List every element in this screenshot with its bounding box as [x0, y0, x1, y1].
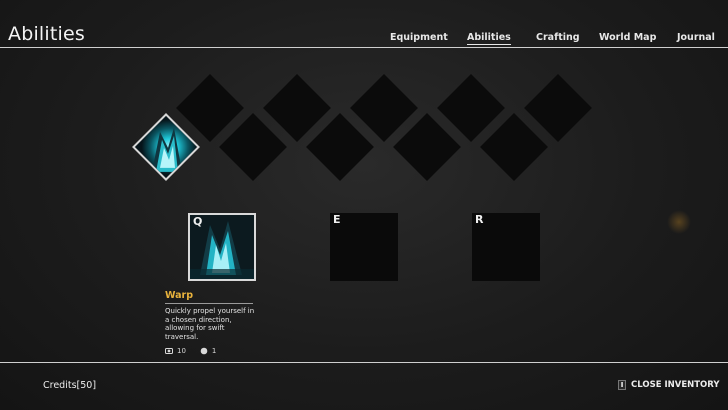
cooldown-icon [165, 348, 173, 354]
warp-crystal-icon [152, 127, 182, 172]
close-inventory-button[interactable]: I CLOSE INVENTORY [618, 380, 720, 390]
ability-name: Warp [165, 290, 194, 301]
hotkey-slot-r[interactable]: R [472, 213, 540, 281]
hotkey-slot-e[interactable]: E [330, 213, 398, 281]
cooldown-value: 10 [177, 347, 186, 355]
tab-journal[interactable]: Journal [677, 32, 715, 43]
charge-icon [200, 347, 208, 355]
ability-description: Quickly propel yourself in a chosen dire… [165, 307, 255, 341]
ability-slot-empty[interactable] [306, 113, 374, 181]
close-key-hint: I [618, 380, 626, 390]
ambient-glow [667, 210, 691, 234]
tab-crafting[interactable]: Crafting [536, 32, 580, 43]
header-divider [0, 47, 728, 48]
ability-slot-warp[interactable] [132, 113, 200, 181]
ability-slot-empty[interactable] [393, 113, 461, 181]
hotkey-label: R [475, 213, 484, 226]
header: Abilities Equipment Abilities Crafting W… [0, 0, 728, 48]
ability-stats: 10 1 [165, 346, 216, 356]
ability-slot-empty[interactable] [219, 113, 287, 181]
tab-equipment[interactable]: Equipment [390, 32, 448, 43]
close-inventory-label: CLOSE INVENTORY [631, 380, 720, 390]
credits-counter: Credits[50] [43, 380, 97, 391]
hotkey-slot-q[interactable]: Q [188, 213, 256, 281]
ability-slot-empty[interactable] [524, 74, 592, 142]
nav-tabs: Equipment Abilities Crafting World Map J… [0, 32, 728, 46]
ability-divider [165, 303, 253, 304]
tab-abilities[interactable]: Abilities [467, 32, 511, 45]
hotkey-label: Q [193, 215, 203, 228]
hotkey-label: E [333, 213, 341, 226]
tab-world-map[interactable]: World Map [599, 32, 656, 43]
footer-divider [0, 362, 728, 363]
charge-value: 1 [211, 347, 217, 355]
ability-slot-empty[interactable] [480, 113, 548, 181]
